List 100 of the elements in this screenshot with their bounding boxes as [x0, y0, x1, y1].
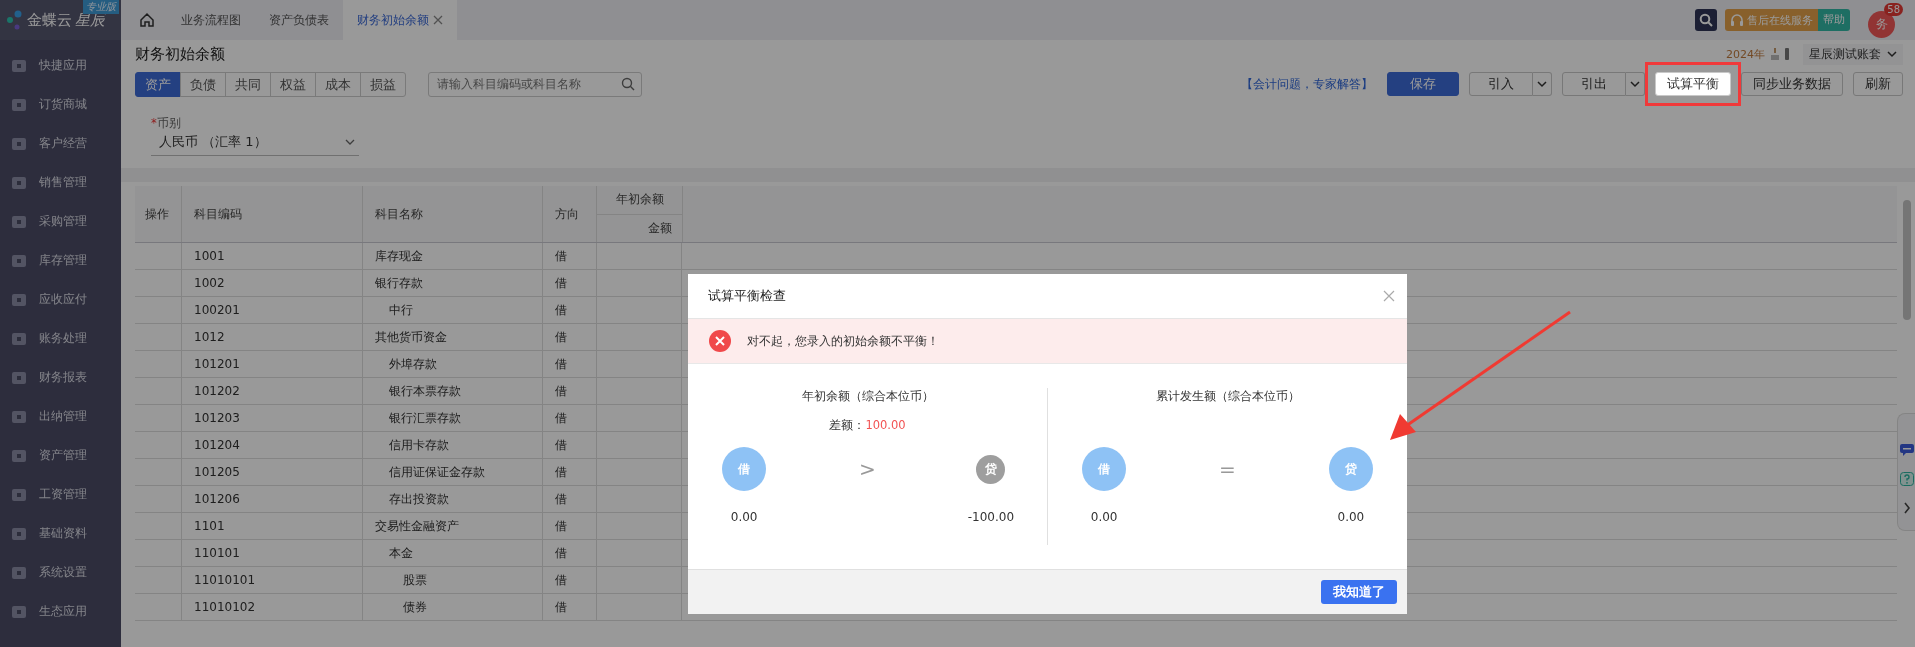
save-button[interactable]: 保存 — [1387, 72, 1459, 96]
table-cell: 1001 — [194, 249, 225, 263]
sidebar-item[interactable]: 生态应用 — [0, 592, 121, 631]
table-cell-text: 银行本票存款 — [388, 382, 461, 400]
close-icon — [433, 15, 443, 25]
column-header: 科目编码 — [182, 186, 363, 242]
square-icon — [11, 252, 27, 269]
table-cell: 101202 — [194, 384, 240, 398]
sidebar-item[interactable]: 系统设置 — [0, 553, 121, 592]
sidebar-item[interactable]: 快捷应用 — [0, 46, 121, 85]
sidebar-item[interactable]: 基础资料 — [0, 514, 121, 553]
sidebar-item[interactable]: 出纳管理 — [0, 397, 121, 436]
error-alert: 对不起，您录入的初始余额不平衡！ — [688, 319, 1407, 364]
toolbar-button[interactable]: 同步业务数据 — [1741, 72, 1843, 96]
currency-select[interactable]: 人民币 （汇率 1） — [151, 131, 359, 156]
sidebar-item[interactable]: 订货商城 — [0, 85, 121, 124]
chevron-down-icon — [1537, 80, 1547, 88]
table-cell: 11010102 — [194, 600, 256, 614]
expert-link[interactable]: 【会计问题，专家解答】 — [1241, 75, 1373, 93]
sidebar-item[interactable]: 库存管理 — [0, 241, 121, 280]
toolbar-button[interactable]: 试算平衡 — [1655, 72, 1731, 96]
table-cell: 借 — [555, 382, 567, 400]
required-mark: * — [151, 116, 157, 130]
sidebar-item[interactable]: 账务处理 — [0, 319, 121, 358]
table-cell: 借 — [555, 301, 567, 319]
account-selector[interactable]: 星辰测试账套 — [1803, 43, 1903, 65]
year-label: 2024年 — [1726, 46, 1765, 62]
amount-value: 0.00 — [1090, 510, 1118, 524]
scrollbar[interactable] — [1903, 200, 1911, 320]
table-cell-text: 中行 — [388, 301, 413, 319]
balance-circle: 借 — [722, 447, 767, 491]
comparison-sign: > — [859, 456, 876, 483]
sidebar-item[interactable]: 资产管理 — [0, 436, 121, 475]
square-icon — [11, 525, 27, 542]
table-cell: 11010101 — [194, 573, 256, 587]
toolbar-button[interactable]: 引出 — [1562, 72, 1626, 96]
difference-text: 差额：100.00 — [829, 417, 906, 433]
panel-title: 累计发生额（综合本位币） — [1155, 389, 1300, 404]
page-tab[interactable]: 财务初始余额 — [343, 0, 457, 40]
amount-value: 0.00 — [1337, 510, 1365, 524]
square-icon — [11, 291, 27, 308]
square-icon — [11, 57, 27, 74]
panel-title: 年初余额（综合本位币） — [801, 389, 934, 404]
confirm-button[interactable]: 我知道了 — [1321, 580, 1397, 604]
table-cell: 100201 — [194, 303, 240, 317]
table-cell: 借 — [555, 328, 567, 346]
edition-badge: 专业版 — [83, 0, 119, 14]
square-icon — [11, 96, 27, 113]
column-header: 年初余额 — [597, 186, 682, 215]
table-cell: 借 — [555, 436, 567, 454]
toolbar-button[interactable]: 刷新 — [1853, 72, 1903, 96]
headset-icon — [1730, 13, 1744, 27]
balance-circle: 贷 — [976, 454, 1006, 484]
category-tab[interactable]: 权益 — [270, 71, 316, 97]
sidebar-item[interactable]: 客户经营 — [0, 124, 121, 163]
category-tab[interactable]: 共同 — [225, 71, 271, 97]
balance-circle: 借 — [1082, 447, 1127, 491]
square-icon — [11, 213, 27, 230]
sidebar-item[interactable]: 采购管理 — [0, 202, 121, 241]
search-field[interactable]: 请输入科目编码或科目名称 — [428, 71, 642, 97]
category-tab[interactable]: 损益 — [360, 71, 406, 97]
table-cell: 101206 — [194, 492, 240, 506]
square-icon — [11, 564, 27, 581]
table-cell-text: 存出投资款 — [388, 490, 449, 508]
close-icon — [1383, 290, 1395, 302]
help-button[interactable]: 帮助 — [1818, 9, 1850, 31]
table-cell: 101205 — [194, 465, 240, 479]
dropdown-button[interactable] — [1626, 72, 1645, 96]
sidebar-item[interactable]: 财务报表 — [0, 358, 121, 397]
column-header: 方向 — [543, 186, 597, 242]
search-button[interactable] — [1695, 9, 1717, 31]
toolbar-button[interactable]: 引入 — [1469, 72, 1533, 96]
square-icon — [11, 603, 27, 620]
page-tab[interactable]: 资产负债表 — [255, 0, 343, 40]
page-tab[interactable]: 业务流程图 — [167, 0, 255, 40]
table-cell-text: 信用卡存款 — [388, 436, 449, 454]
chevron-right-icon — [1902, 502, 1911, 514]
search-icon — [1699, 13, 1713, 27]
service-button[interactable]: 售后在线服务 — [1725, 9, 1818, 31]
field-label: 币别 — [156, 116, 181, 130]
column-header: 操作 — [135, 186, 182, 242]
table-cell: 101203 — [194, 411, 240, 425]
chevron-down-icon — [1630, 80, 1640, 88]
error-icon — [709, 330, 731, 352]
table-cell-text: 银行汇票存款 — [388, 409, 461, 427]
table-cell: 交易性金融资产 — [375, 517, 459, 535]
table-cell-text: 债券 — [402, 598, 427, 616]
chevron-down-icon — [1887, 50, 1897, 58]
category-tab[interactable]: 资产 — [135, 71, 181, 97]
sidebar-item[interactable]: 工资管理 — [0, 475, 121, 514]
search-input[interactable]: 请输入科目编码或科目名称 — [435, 76, 617, 92]
table-cell: 银行存款 — [375, 274, 423, 292]
category-tab[interactable]: 负债 — [180, 71, 226, 97]
chevron-down-icon — [345, 138, 355, 146]
dropdown-button[interactable] — [1533, 72, 1552, 96]
sidebar-item[interactable]: 应收应付 — [0, 280, 121, 319]
dialog-title: 试算平衡检查 — [708, 287, 786, 305]
column-header: 金额 — [647, 219, 673, 237]
category-tab[interactable]: 成本 — [315, 71, 361, 97]
sidebar-item[interactable]: 销售管理 — [0, 163, 121, 202]
